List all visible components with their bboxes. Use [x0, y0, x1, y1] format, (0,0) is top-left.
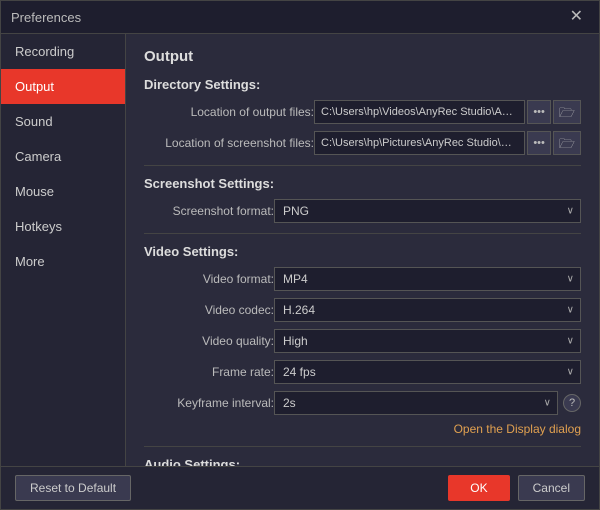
audio-settings-title: Audio Settings:: [144, 457, 581, 466]
video-format-row: Video format: MP4MOVAVIWMVMKV: [144, 267, 581, 291]
ok-button[interactable]: OK: [448, 475, 509, 501]
video-quality-select[interactable]: LowMediumHighLossless: [274, 329, 581, 353]
video-codec-label: Video codec:: [144, 303, 274, 317]
screenshot-files-dots-button[interactable]: •••: [527, 131, 551, 155]
screenshot-files-input[interactable]: [314, 131, 525, 155]
frame-rate-label: Frame rate:: [144, 365, 274, 379]
output-files-folder-button[interactable]: 🗁: [553, 100, 581, 124]
video-format-label: Video format:: [144, 272, 274, 286]
sidebar-item-camera[interactable]: Camera: [1, 139, 125, 174]
sidebar-item-mouse[interactable]: Mouse: [1, 174, 125, 209]
close-button[interactable]: ✕: [564, 7, 589, 27]
video-codec-select-wrap: H.264H.265MPEG-4: [274, 298, 581, 322]
keyframe-help-button[interactable]: ?: [563, 394, 581, 412]
screenshot-format-select-wrap: PNG JPG BMP TIFF: [274, 199, 581, 223]
footer: Reset to Default OK Cancel: [1, 466, 599, 509]
content-area: Recording Output Sound Camera Mouse Hotk…: [1, 34, 599, 466]
sidebar-item-sound[interactable]: Sound: [1, 104, 125, 139]
video-codec-row: Video codec: H.264H.265MPEG-4: [144, 298, 581, 322]
screenshot-settings-title: Screenshot Settings:: [144, 176, 581, 191]
keyframe-row: Keyframe interval: 1s2s3s5s ?: [144, 391, 581, 415]
sidebar-item-more[interactable]: More: [1, 244, 125, 279]
preferences-dialog: Preferences ✕ Recording Output Sound Cam…: [0, 0, 600, 510]
frame-rate-select-wrap: 15 fps20 fps24 fps30 fps60 fps: [274, 360, 581, 384]
screenshot-files-row: Location of screenshot files: ••• 🗁: [144, 131, 581, 155]
directory-settings-title: Directory Settings:: [144, 77, 581, 92]
keyframe-select[interactable]: 1s2s3s5s: [274, 391, 558, 415]
frame-rate-select[interactable]: 15 fps20 fps24 fps30 fps60 fps: [274, 360, 581, 384]
video-quality-row: Video quality: LowMediumHighLossless: [144, 329, 581, 353]
separator-3: [144, 446, 581, 447]
keyframe-label: Keyframe interval:: [144, 396, 274, 410]
reset-button[interactable]: Reset to Default: [15, 475, 131, 501]
screenshot-format-row: Screenshot format: PNG JPG BMP TIFF: [144, 199, 581, 223]
video-codec-select[interactable]: H.264H.265MPEG-4: [274, 298, 581, 322]
screenshot-format-select[interactable]: PNG JPG BMP TIFF: [274, 199, 581, 223]
output-files-dots-button[interactable]: •••: [527, 100, 551, 124]
footer-left: Reset to Default: [15, 475, 131, 501]
output-files-input[interactable]: [314, 100, 525, 124]
main-content: Output Directory Settings: Location of o…: [126, 34, 599, 466]
frame-rate-row: Frame rate: 15 fps20 fps24 fps30 fps60 f…: [144, 360, 581, 384]
screenshot-files-label: Location of screenshot files:: [144, 136, 314, 150]
screenshot-files-folder-button[interactable]: 🗁: [553, 131, 581, 155]
video-quality-label: Video quality:: [144, 334, 274, 348]
footer-right: OK Cancel: [448, 475, 585, 501]
page-title: Output: [144, 48, 581, 65]
keyframe-select-wrap: 1s2s3s5s: [274, 391, 558, 415]
cancel-button[interactable]: Cancel: [518, 475, 585, 501]
screenshot-format-label: Screenshot format:: [144, 204, 274, 218]
separator-2: [144, 233, 581, 234]
separator-1: [144, 165, 581, 166]
video-format-select[interactable]: MP4MOVAVIWMVMKV: [274, 267, 581, 291]
output-files-label: Location of output files:: [144, 105, 314, 119]
video-quality-select-wrap: LowMediumHighLossless: [274, 329, 581, 353]
title-bar: Preferences ✕: [1, 1, 599, 34]
sidebar: Recording Output Sound Camera Mouse Hotk…: [1, 34, 126, 466]
output-files-row: Location of output files: ••• 🗁: [144, 100, 581, 124]
video-format-select-wrap: MP4MOVAVIWMVMKV: [274, 267, 581, 291]
sidebar-item-hotkeys[interactable]: Hotkeys: [1, 209, 125, 244]
display-dialog-link[interactable]: Open the Display dialog: [144, 422, 581, 436]
video-settings-title: Video Settings:: [144, 244, 581, 259]
dialog-title: Preferences: [11, 10, 81, 25]
sidebar-item-output[interactable]: Output: [1, 69, 125, 104]
sidebar-item-recording[interactable]: Recording: [1, 34, 125, 69]
